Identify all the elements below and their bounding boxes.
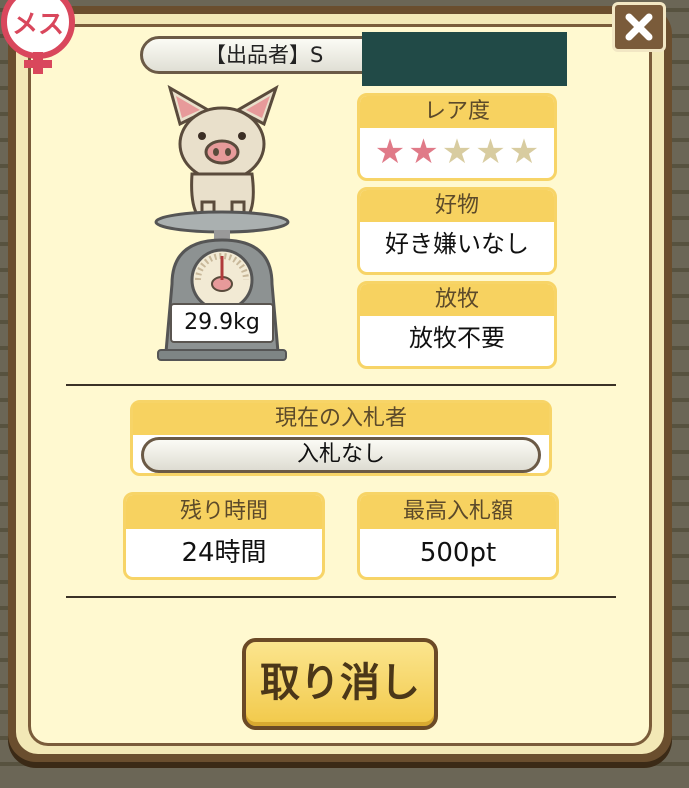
time-left-value: 24時間 <box>181 538 267 568</box>
favorite-food-title: 好物 <box>360 190 554 222</box>
pig-weight: 29.9kg <box>170 303 274 343</box>
female-badge: メス <box>0 0 84 80</box>
time-left-card: 残り時間 24時間 <box>123 492 325 580</box>
divider-top <box>66 384 616 386</box>
close-icon <box>625 13 653 41</box>
star-filled-icon: ★ <box>374 132 406 172</box>
time-left-title: 残り時間 <box>126 495 322 529</box>
star-filled-icon: ★ <box>408 132 439 172</box>
star-empty-icon: ★ <box>508 132 540 172</box>
close-button[interactable] <box>612 2 666 52</box>
current-bidder-value: 入札なし <box>141 437 541 473</box>
rarity-card: レア度 ★ ★ ★ ★ ★ <box>357 93 557 181</box>
grazing-card: 放牧 放牧不要 <box>357 281 557 369</box>
rarity-stars: ★ ★ ★ ★ ★ <box>360 128 554 172</box>
top-bid-card: 最高入札額 500pt <box>357 492 559 580</box>
top-bid-title: 最高入札額 <box>360 495 556 529</box>
redacted-seller-name <box>362 32 567 86</box>
grazing-value: 放牧不要 <box>409 324 505 352</box>
rarity-title: レア度 <box>360 96 554 128</box>
current-bidder-card: 現在の入札者 入札なし <box>130 400 552 476</box>
divider-bottom <box>66 596 616 598</box>
top-bid-value: 500pt <box>419 538 497 568</box>
current-bidder-title: 現在の入札者 <box>133 403 549 435</box>
grazing-title: 放牧 <box>360 284 554 316</box>
female-badge-text: メス <box>12 10 64 40</box>
star-empty-icon: ★ <box>441 132 473 172</box>
star-empty-icon: ★ <box>475 132 506 172</box>
cancel-button[interactable]: 取り消し <box>242 638 438 730</box>
favorite-food-value: 好き嫌いなし <box>385 230 529 258</box>
favorite-food-card: 好物 好き嫌いなし <box>357 187 557 275</box>
